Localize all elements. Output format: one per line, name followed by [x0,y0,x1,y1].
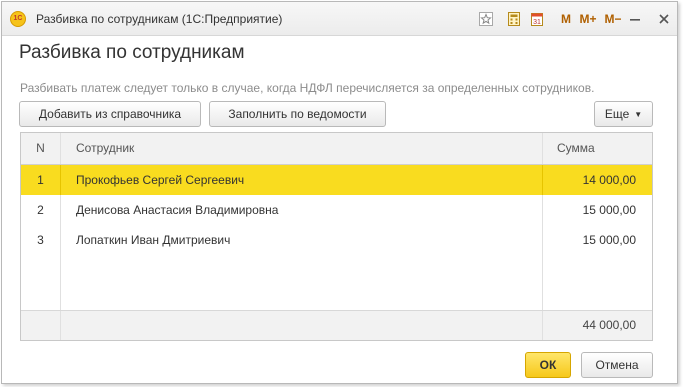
window-title: Разбивка по сотрудникам (1С:Предприятие) [36,12,283,26]
table-row[interactable]: 2 Денисова Анастасия Владимировна 15 000… [21,195,652,225]
add-from-catalog-button[interactable]: Добавить из справочника [19,101,201,127]
table-row[interactable]: 1 Прокофьев Сергей Сергеевич 14 000,00 [21,165,652,195]
calendar-icon[interactable]: 31 [530,11,544,27]
column-header-sum[interactable]: Сумма [543,133,652,164]
footer-cell [61,311,543,340]
dialog-window: 1С Разбивка по сотрудникам (1С:Предприят… [1,1,678,384]
employees-table[interactable]: N Сотрудник Сумма 1 Прокофьев Сергей Сер… [20,132,653,341]
memory-minus-button[interactable]: M− [603,11,623,27]
row-number: 3 [21,225,61,255]
empty-cell [61,255,543,311]
hint-text: Разбивать платеж следует только в случае… [20,81,595,95]
row-employee: Денисова Анастасия Владимировна [61,195,543,225]
star-icon[interactable] [479,11,493,27]
row-sum: 14 000,00 [582,173,636,187]
row-sum: 15 000,00 [582,233,636,247]
row-number: 2 [21,195,61,225]
empty-cell [21,255,61,311]
row-number: 1 [21,165,61,195]
minimize-icon[interactable] [628,11,642,27]
calculator-icon[interactable] [507,11,521,27]
row-employee: Прокофьев Сергей Сергеевич [61,165,543,195]
cancel-button[interactable]: Отмена [581,352,653,378]
more-menu-label: Еще [604,107,630,121]
row-employee: Лопаткин Иван Дмитриевич [61,225,543,255]
column-header-employee[interactable]: Сотрудник [61,133,543,164]
memory-m-button[interactable]: M [560,11,572,27]
fill-from-statement-button[interactable]: Заполнить по ведомости [209,101,386,127]
title-bar: 1С Разбивка по сотрудникам (1С:Предприят… [2,2,677,36]
table-empty-area[interactable] [21,255,652,311]
total-sum: 44 000,00 [582,318,636,332]
ok-button[interactable]: ОК [525,352,571,378]
table-row[interactable]: 3 Лопаткин Иван Дмитриевич 15 000,00 [21,225,652,255]
memory-plus-button[interactable]: M+ [578,11,598,27]
chevron-down-icon: ▼ [634,109,643,119]
form-title: Разбивка по сотрудникам [19,42,245,63]
footer-cell [21,311,61,340]
row-sum: 15 000,00 [582,203,636,217]
close-icon[interactable] [657,11,671,27]
column-header-n[interactable]: N [21,133,61,164]
table-header: N Сотрудник Сумма [21,133,652,165]
table-footer: 44 000,00 [21,310,652,340]
app-logo-icon: 1С [10,11,26,27]
more-menu-button[interactable]: Еще ▼ [594,101,653,127]
svg-text:31: 31 [533,19,541,26]
